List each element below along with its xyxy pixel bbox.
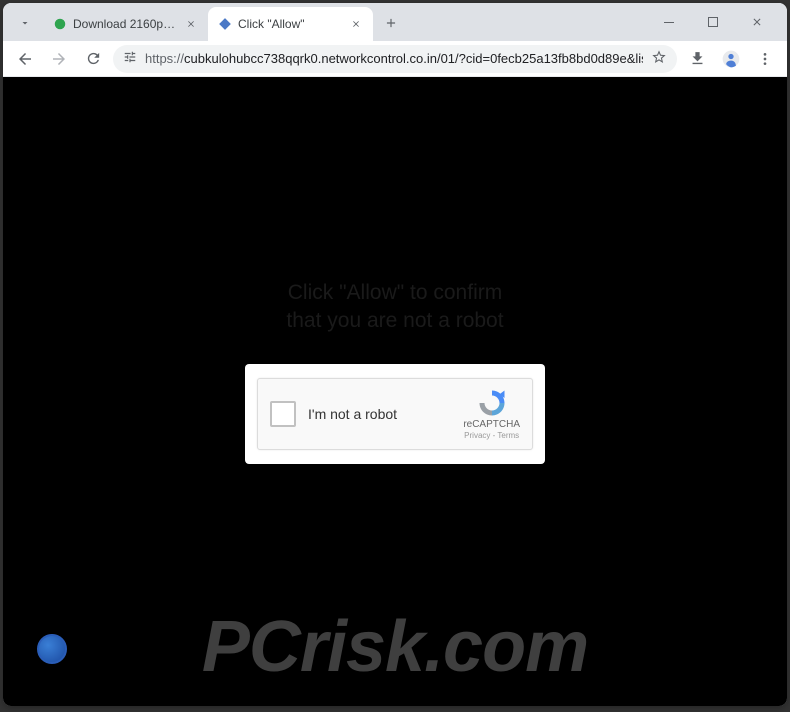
- new-tab-button[interactable]: [377, 9, 405, 37]
- navigation-bar: https://cubkulohubcc738qqrk0.networkcont…: [3, 41, 787, 77]
- recaptcha-logo: reCAPTCHA Privacy - Terms: [463, 388, 520, 440]
- tune-icon[interactable]: [123, 50, 137, 67]
- downloads-button[interactable]: [683, 45, 711, 73]
- maximize-button[interactable]: [691, 7, 735, 37]
- minimize-button[interactable]: [647, 7, 691, 37]
- tab-title: Download 2160p 4K YIFY Movi: [73, 17, 178, 31]
- profile-button[interactable]: [717, 45, 745, 73]
- globe-icon: [53, 17, 67, 31]
- tab-search-button[interactable]: [11, 9, 39, 37]
- browser-tab-1[interactable]: Click "Allow": [208, 7, 373, 41]
- close-icon[interactable]: [349, 17, 363, 31]
- media-indicator-icon[interactable]: [37, 634, 67, 664]
- close-window-button[interactable]: [735, 7, 779, 37]
- browser-window: Download 2160p 4K YIFY Movi Click "Allow…: [3, 3, 787, 706]
- recaptcha-label: I'm not a robot: [308, 406, 451, 422]
- tab-bar: Download 2160p 4K YIFY Movi Click "Allow…: [3, 3, 787, 41]
- instruction-text: Click "Allow" to confirm that you are no…: [286, 279, 503, 334]
- recaptcha-icon: [477, 388, 507, 418]
- address-bar[interactable]: https://cubkulohubcc738qqrk0.networkcont…: [113, 45, 677, 73]
- recaptcha-box[interactable]: I'm not a robot reCAPTCHA Privacy - Term…: [257, 378, 533, 450]
- recaptcha-brand: reCAPTCHA: [463, 419, 520, 430]
- close-icon[interactable]: [184, 17, 198, 31]
- bookmark-star-icon[interactable]: [651, 49, 667, 68]
- back-button[interactable]: [11, 45, 39, 73]
- watermark: PCrisk.com: [202, 606, 588, 688]
- browser-tab-0[interactable]: Download 2160p 4K YIFY Movi: [43, 7, 208, 41]
- page-content: Click "Allow" to confirm that you are no…: [3, 77, 787, 706]
- instruction-line-1: Click "Allow" to confirm: [286, 279, 503, 306]
- url-text: https://cubkulohubcc738qqrk0.networkcont…: [145, 51, 643, 66]
- captcha-card: I'm not a robot reCAPTCHA Privacy - Term…: [245, 364, 545, 464]
- tab-title: Click "Allow": [238, 17, 343, 31]
- reload-button[interactable]: [79, 45, 107, 73]
- menu-button[interactable]: [751, 45, 779, 73]
- forward-button[interactable]: [45, 45, 73, 73]
- diamond-icon: [218, 17, 232, 31]
- instruction-line-2: that you are not a robot: [286, 307, 503, 334]
- recaptcha-checkbox[interactable]: [270, 401, 296, 427]
- recaptcha-links: Privacy - Terms: [464, 431, 519, 440]
- window-controls: [647, 7, 779, 37]
